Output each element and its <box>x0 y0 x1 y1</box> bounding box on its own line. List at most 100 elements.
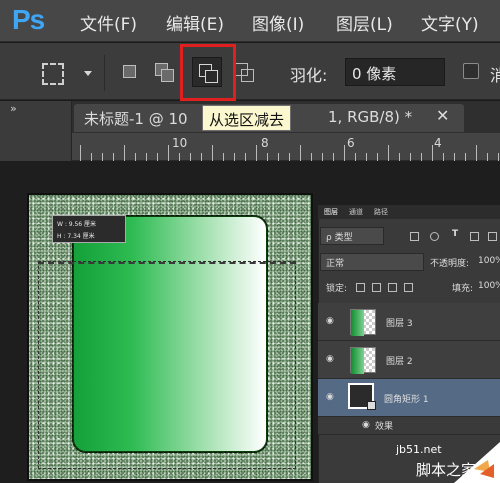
ruler-tick <box>355 153 356 161</box>
ruler-tick <box>256 145 257 161</box>
ruler-tick <box>146 153 147 161</box>
watermark-name-text: 脚本之家 <box>416 461 477 479</box>
fill-label: 填充: <box>452 284 474 294</box>
ruler-tick <box>366 153 367 161</box>
opacity-value[interactable]: 100% <box>478 256 500 266</box>
ruler-label-6: 6 <box>347 136 355 150</box>
ruler-tick <box>476 145 477 161</box>
ruler-tick <box>135 153 136 161</box>
ruler-tick <box>322 153 323 161</box>
ruler-tick <box>465 153 466 161</box>
ruler-tick <box>443 153 444 161</box>
layer-effects-row[interactable] <box>318 417 500 435</box>
intersect-selection-front-square-icon <box>241 69 254 82</box>
document-tab-title-end: 1, RGB/8) * <box>328 108 413 126</box>
vector-mask-badge-icon <box>367 401 376 410</box>
ruler-tick <box>124 145 125 161</box>
watermark-site-text: jb51.net <box>396 443 442 456</box>
ruler-tick <box>344 145 345 161</box>
ruler-tick <box>234 153 235 161</box>
layer-3-visibility-eye-icon[interactable]: ◉ <box>326 316 334 326</box>
ruler-tick <box>487 153 488 161</box>
ruler-tick <box>421 153 422 161</box>
ruler-tick <box>498 153 499 161</box>
lock-all-icon[interactable] <box>404 283 413 292</box>
shape-filter-icon[interactable] <box>470 232 479 241</box>
rectangular-marquee-icon[interactable] <box>42 63 64 85</box>
ruler-label-4: 4 <box>434 136 442 150</box>
subtract-from-selection-tooltip: 从选区减去 <box>202 105 292 131</box>
tab-paths[interactable]: 路径 <box>374 207 388 217</box>
ruler-tick <box>157 153 158 161</box>
layer-3-thumbnail-content <box>351 310 364 336</box>
menu-type[interactable]: 文字(Y) <box>421 10 479 35</box>
blend-mode-value: 正常 <box>326 259 345 269</box>
ruler-tick <box>454 153 455 161</box>
rounded-rectangle-visibility-eye-icon[interactable]: ◉ <box>326 392 334 402</box>
ruler-tick <box>278 153 279 161</box>
feather-label: 羽化: <box>290 66 328 85</box>
add-to-selection-button[interactable] <box>152 60 176 84</box>
ruler-tick <box>91 153 92 161</box>
rounded-rectangle-layer-name[interactable]: 圆角矩形 1 <box>384 392 429 405</box>
ruler-tick <box>432 145 433 161</box>
adjustment-filter-icon[interactable] <box>430 232 439 241</box>
ruler-tick <box>399 153 400 161</box>
photoshop-logo: Ps <box>12 4 45 35</box>
ruler-tick <box>289 153 290 161</box>
ruler-tick <box>245 153 246 161</box>
layer-2-name[interactable]: 图层 2 <box>386 354 413 367</box>
tool-preset-dropdown-icon[interactable] <box>84 71 92 76</box>
effects-label: 效果 <box>375 422 394 432</box>
add-selection-front-square-icon <box>161 69 174 82</box>
layer-3-name[interactable]: 图层 3 <box>386 316 413 329</box>
ruler-tick <box>377 153 378 161</box>
layer-kind-filter-label: ρ 类型 <box>326 233 353 243</box>
photoshop-window: Ps 文件(F) 编辑(E) 图像(I) 图层(L) 文字(Y) 羽化: 0 像… <box>0 0 500 483</box>
tab-layers[interactable]: 图层 <box>324 207 338 217</box>
tab-channels[interactable]: 通道 <box>349 207 363 217</box>
ruler-tick <box>179 153 180 161</box>
lock-transparent-pixels-icon[interactable] <box>356 283 365 292</box>
menu-image[interactable]: 图像(I) <box>252 10 304 35</box>
ruler-tick <box>113 153 114 161</box>
anti-alias-checkbox[interactable] <box>463 63 479 79</box>
menu-layer[interactable]: 图层(L) <box>336 10 393 35</box>
ruler-tick <box>168 145 169 161</box>
fill-value[interactable]: 100% <box>478 281 500 291</box>
ruler-tick <box>223 153 224 161</box>
ruler-tick <box>190 153 191 161</box>
ruler-label-8: 8 <box>261 136 269 150</box>
anti-alias-label: 消 <box>490 66 500 85</box>
layer-2-visibility-eye-icon[interactable]: ◉ <box>326 354 334 364</box>
highlight-annotation-box <box>180 44 236 101</box>
options-divider <box>104 55 105 91</box>
ruler-tick <box>80 145 81 161</box>
ruler-label-10: 10 <box>172 136 188 150</box>
document-tab-title: 未标题-1 @ 10 <box>84 108 188 129</box>
selection-height-readout: H : 7.34 厘米 <box>57 233 95 240</box>
new-selection-button[interactable] <box>118 60 142 84</box>
selection-width-readout: W : 9.56 厘米 <box>57 221 97 228</box>
lock-image-pixels-icon[interactable] <box>372 283 381 292</box>
layers-panel-tabs <box>318 205 500 219</box>
pixel-filter-icon[interactable] <box>410 232 419 241</box>
ruler-tick <box>300 145 301 161</box>
close-document-icon[interactable]: ✕ <box>436 106 449 125</box>
feather-input[interactable]: 0 像素 <box>345 58 445 86</box>
menu-file[interactable]: 文件(F) <box>80 10 137 35</box>
ruler-tick <box>333 153 334 161</box>
ruler-tick <box>201 153 202 161</box>
effects-visibility-eye-icon[interactable]: ◉ <box>362 420 370 430</box>
rectangular-selection-marquee <box>38 261 296 469</box>
smart-object-filter-icon[interactable] <box>488 232 497 241</box>
ruler-tick <box>102 153 103 161</box>
lock-position-icon[interactable] <box>388 283 397 292</box>
collapse-panel-icon[interactable]: » <box>10 102 17 115</box>
new-selection-icon <box>123 65 136 78</box>
type-filter-icon[interactable]: T <box>452 229 458 239</box>
ruler-tick <box>267 153 268 161</box>
menu-edit[interactable]: 编辑(E) <box>166 10 224 35</box>
layer-2-thumbnail-content <box>351 348 364 374</box>
ruler-tick <box>388 145 389 161</box>
